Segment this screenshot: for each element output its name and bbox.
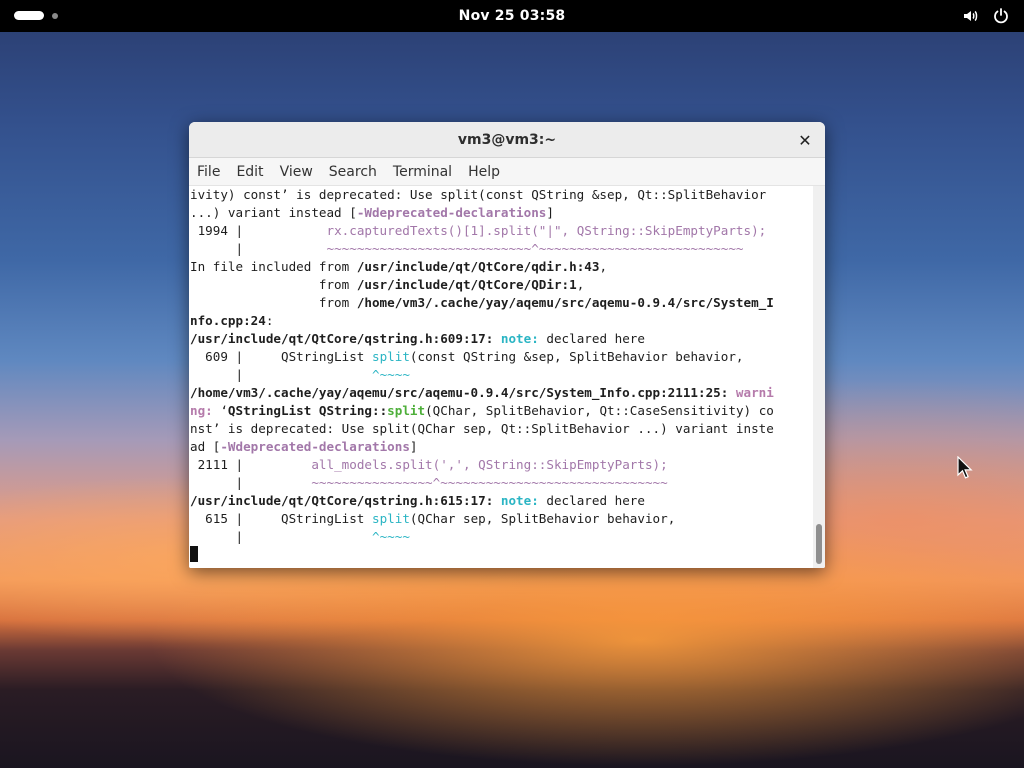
terminal-text: , xyxy=(576,277,585,292)
terminal-line: /usr/include/qt/QtCore/qstring.h:609:17:… xyxy=(190,330,813,348)
terminal-text: ^~~~~ xyxy=(371,367,410,382)
window-title: vm3@vm3:~ xyxy=(457,131,557,148)
close-icon[interactable]: ✕ xyxy=(795,130,815,150)
terminal-text: /home/vm3/.cache/yay/aqemu/src/aqemu-0.9… xyxy=(190,385,729,400)
terminal-line: from /usr/include/qt/QtCore/QDir:1, xyxy=(190,276,813,294)
terminal-line: ivity) const’ is deprecated: Use split(c… xyxy=(190,186,813,204)
activities-button[interactable] xyxy=(14,11,58,20)
menu-view[interactable]: View xyxy=(280,164,313,180)
window-titlebar[interactable]: vm3@vm3:~ ✕ xyxy=(189,122,825,158)
clock[interactable]: Nov 25 03:58 xyxy=(459,8,566,24)
terminal-text: -Wdeprecated-declarations xyxy=(220,439,410,454)
terminal-line: /usr/include/qt/QtCore/qstring.h:615:17:… xyxy=(190,492,813,510)
terminal-output[interactable]: ivity) const’ is deprecated: Use split(c… xyxy=(189,186,813,568)
scrollbar[interactable] xyxy=(813,186,825,568)
terminal-line: ng: ‘QStringList QString::split(QChar, S… xyxy=(190,402,813,420)
terminal-text: 1994 | xyxy=(190,223,327,238)
terminal-text: ...) variant instead [ xyxy=(190,205,357,220)
terminal-text: (QChar sep, SplitBehavior behavior, xyxy=(409,511,676,526)
terminal-text: /usr/include/qt/QtCore/qstring.h:609:17: xyxy=(190,331,494,346)
terminal-line: 2111 | all_models.split(',', QString::Sk… xyxy=(190,456,813,474)
terminal-text: from xyxy=(190,295,357,310)
terminal-text: /home/vm3/.cache/yay/aqemu/src/aqemu-0.9… xyxy=(356,295,774,310)
terminal-text: declared here xyxy=(538,493,645,508)
terminal-text: (QChar, SplitBehavior, Qt::CaseSensitivi… xyxy=(425,403,774,418)
terminal-window[interactable]: vm3@vm3:~ ✕ File Edit View Search Termin… xyxy=(189,122,825,568)
terminal-text: ~~~~~~~~~~~~~~~~^~~~~~~~~~~~~~~~~~~~~~~~… xyxy=(311,475,668,490)
terminal-line: /home/vm3/.cache/yay/aqemu/src/aqemu-0.9… xyxy=(190,384,813,402)
workspace-dot[interactable] xyxy=(52,12,58,19)
terminal-text: note: xyxy=(500,331,539,346)
terminal-text: from xyxy=(190,277,357,292)
terminal-text: ivity) const’ is deprecated: Use split(c… xyxy=(190,187,767,202)
menu-help[interactable]: Help xyxy=(468,164,500,180)
terminal-text: | xyxy=(190,529,372,544)
terminal-text: split xyxy=(387,403,426,418)
mouse-pointer-icon xyxy=(957,455,973,484)
terminal-text: /usr/include/qt/QtCore/qstring.h:615:17: xyxy=(190,493,494,508)
terminal-text: , xyxy=(599,259,608,274)
terminal-text: ] xyxy=(409,439,418,454)
terminal-line: | ^~~~~ xyxy=(190,528,813,546)
terminal-line: | ^~~~~ xyxy=(190,366,813,384)
terminal-text: ] xyxy=(546,205,554,220)
terminal-text: /usr/include/qt/QtCore/qdir.h:43 xyxy=(356,259,600,274)
terminal-text: /usr/include/qt/QtCore/QDir:1 xyxy=(356,277,577,292)
text-cursor xyxy=(190,546,198,562)
terminal-text: split xyxy=(371,511,410,526)
terminal-line: ...) variant instead [-Wdeprecated-decla… xyxy=(190,204,813,222)
terminal-line: from /home/vm3/.cache/yay/aqemu/src/aqem… xyxy=(190,294,813,312)
terminal-text: | xyxy=(190,367,372,382)
terminal-text: warni xyxy=(735,385,774,400)
terminal-text: In file included from xyxy=(190,259,357,274)
terminal-line: nfo.cpp:24: xyxy=(190,312,813,330)
menu-search[interactable]: Search xyxy=(329,164,377,180)
terminal-text: nst’ is deprecated: Use split(QChar sep,… xyxy=(190,421,774,436)
menu-bar: File Edit View Search Terminal Help xyxy=(189,158,825,186)
terminal-text: (const QString &sep, SplitBehavior behav… xyxy=(409,349,744,364)
activities-pill xyxy=(14,11,44,20)
terminal-line: | ~~~~~~~~~~~~~~~~^~~~~~~~~~~~~~~~~~~~~~… xyxy=(190,474,813,492)
terminal-text: ‘ xyxy=(212,403,228,418)
terminal-text: nfo.cpp:24 xyxy=(190,313,266,328)
terminal-line: 609 | QStringList split(const QString &s… xyxy=(190,348,813,366)
top-bar: Nov 25 03:58 xyxy=(0,0,1024,32)
terminal-text: rx.capturedTexts()[1].split("|", QString… xyxy=(326,223,767,238)
terminal-line: In file included from /usr/include/qt/Qt… xyxy=(190,258,813,276)
terminal-text: 615 | QStringList xyxy=(190,511,372,526)
system-tray[interactable] xyxy=(962,7,1010,25)
terminal-line: 1994 | rx.capturedTexts()[1].split("|", … xyxy=(190,222,813,240)
terminal-line: 615 | QStringList split(QChar sep, Split… xyxy=(190,510,813,528)
terminal-text: -Wdeprecated-declarations xyxy=(356,205,547,220)
terminal-text: ~~~~~~~~~~~~~~~~~~~~~~~~~~~^~~~~~~~~~~~~… xyxy=(326,241,744,256)
menu-file[interactable]: File xyxy=(197,164,220,180)
terminal-line: ad [-Wdeprecated-declarations] xyxy=(190,438,813,456)
terminal-text: declared here xyxy=(538,331,645,346)
menu-edit[interactable]: Edit xyxy=(236,164,263,180)
terminal-line: | ~~~~~~~~~~~~~~~~~~~~~~~~~~~^~~~~~~~~~~… xyxy=(190,240,813,258)
terminal-text: split xyxy=(371,349,410,364)
terminal-text: ad [ xyxy=(190,439,221,454)
terminal-text: 2111 | xyxy=(190,457,312,472)
prompt-line[interactable] xyxy=(190,546,813,564)
terminal-text: QStringList QString:: xyxy=(227,403,388,418)
terminal-text: : xyxy=(265,313,274,328)
terminal-text: | xyxy=(190,241,327,256)
menu-terminal[interactable]: Terminal xyxy=(393,164,452,180)
terminal-text: ^~~~~ xyxy=(371,529,410,544)
terminal-text: ng: xyxy=(190,403,213,418)
volume-icon[interactable] xyxy=(962,7,980,25)
terminal-text: note: xyxy=(500,493,539,508)
terminal-text: 609 | QStringList xyxy=(190,349,372,364)
terminal-text: | xyxy=(190,475,312,490)
power-icon[interactable] xyxy=(992,7,1010,25)
terminal-line: nst’ is deprecated: Use split(QChar sep,… xyxy=(190,420,813,438)
terminal-text: all_models.split(',', QString::SkipEmpty… xyxy=(311,457,668,472)
scroll-thumb[interactable] xyxy=(816,524,822,564)
